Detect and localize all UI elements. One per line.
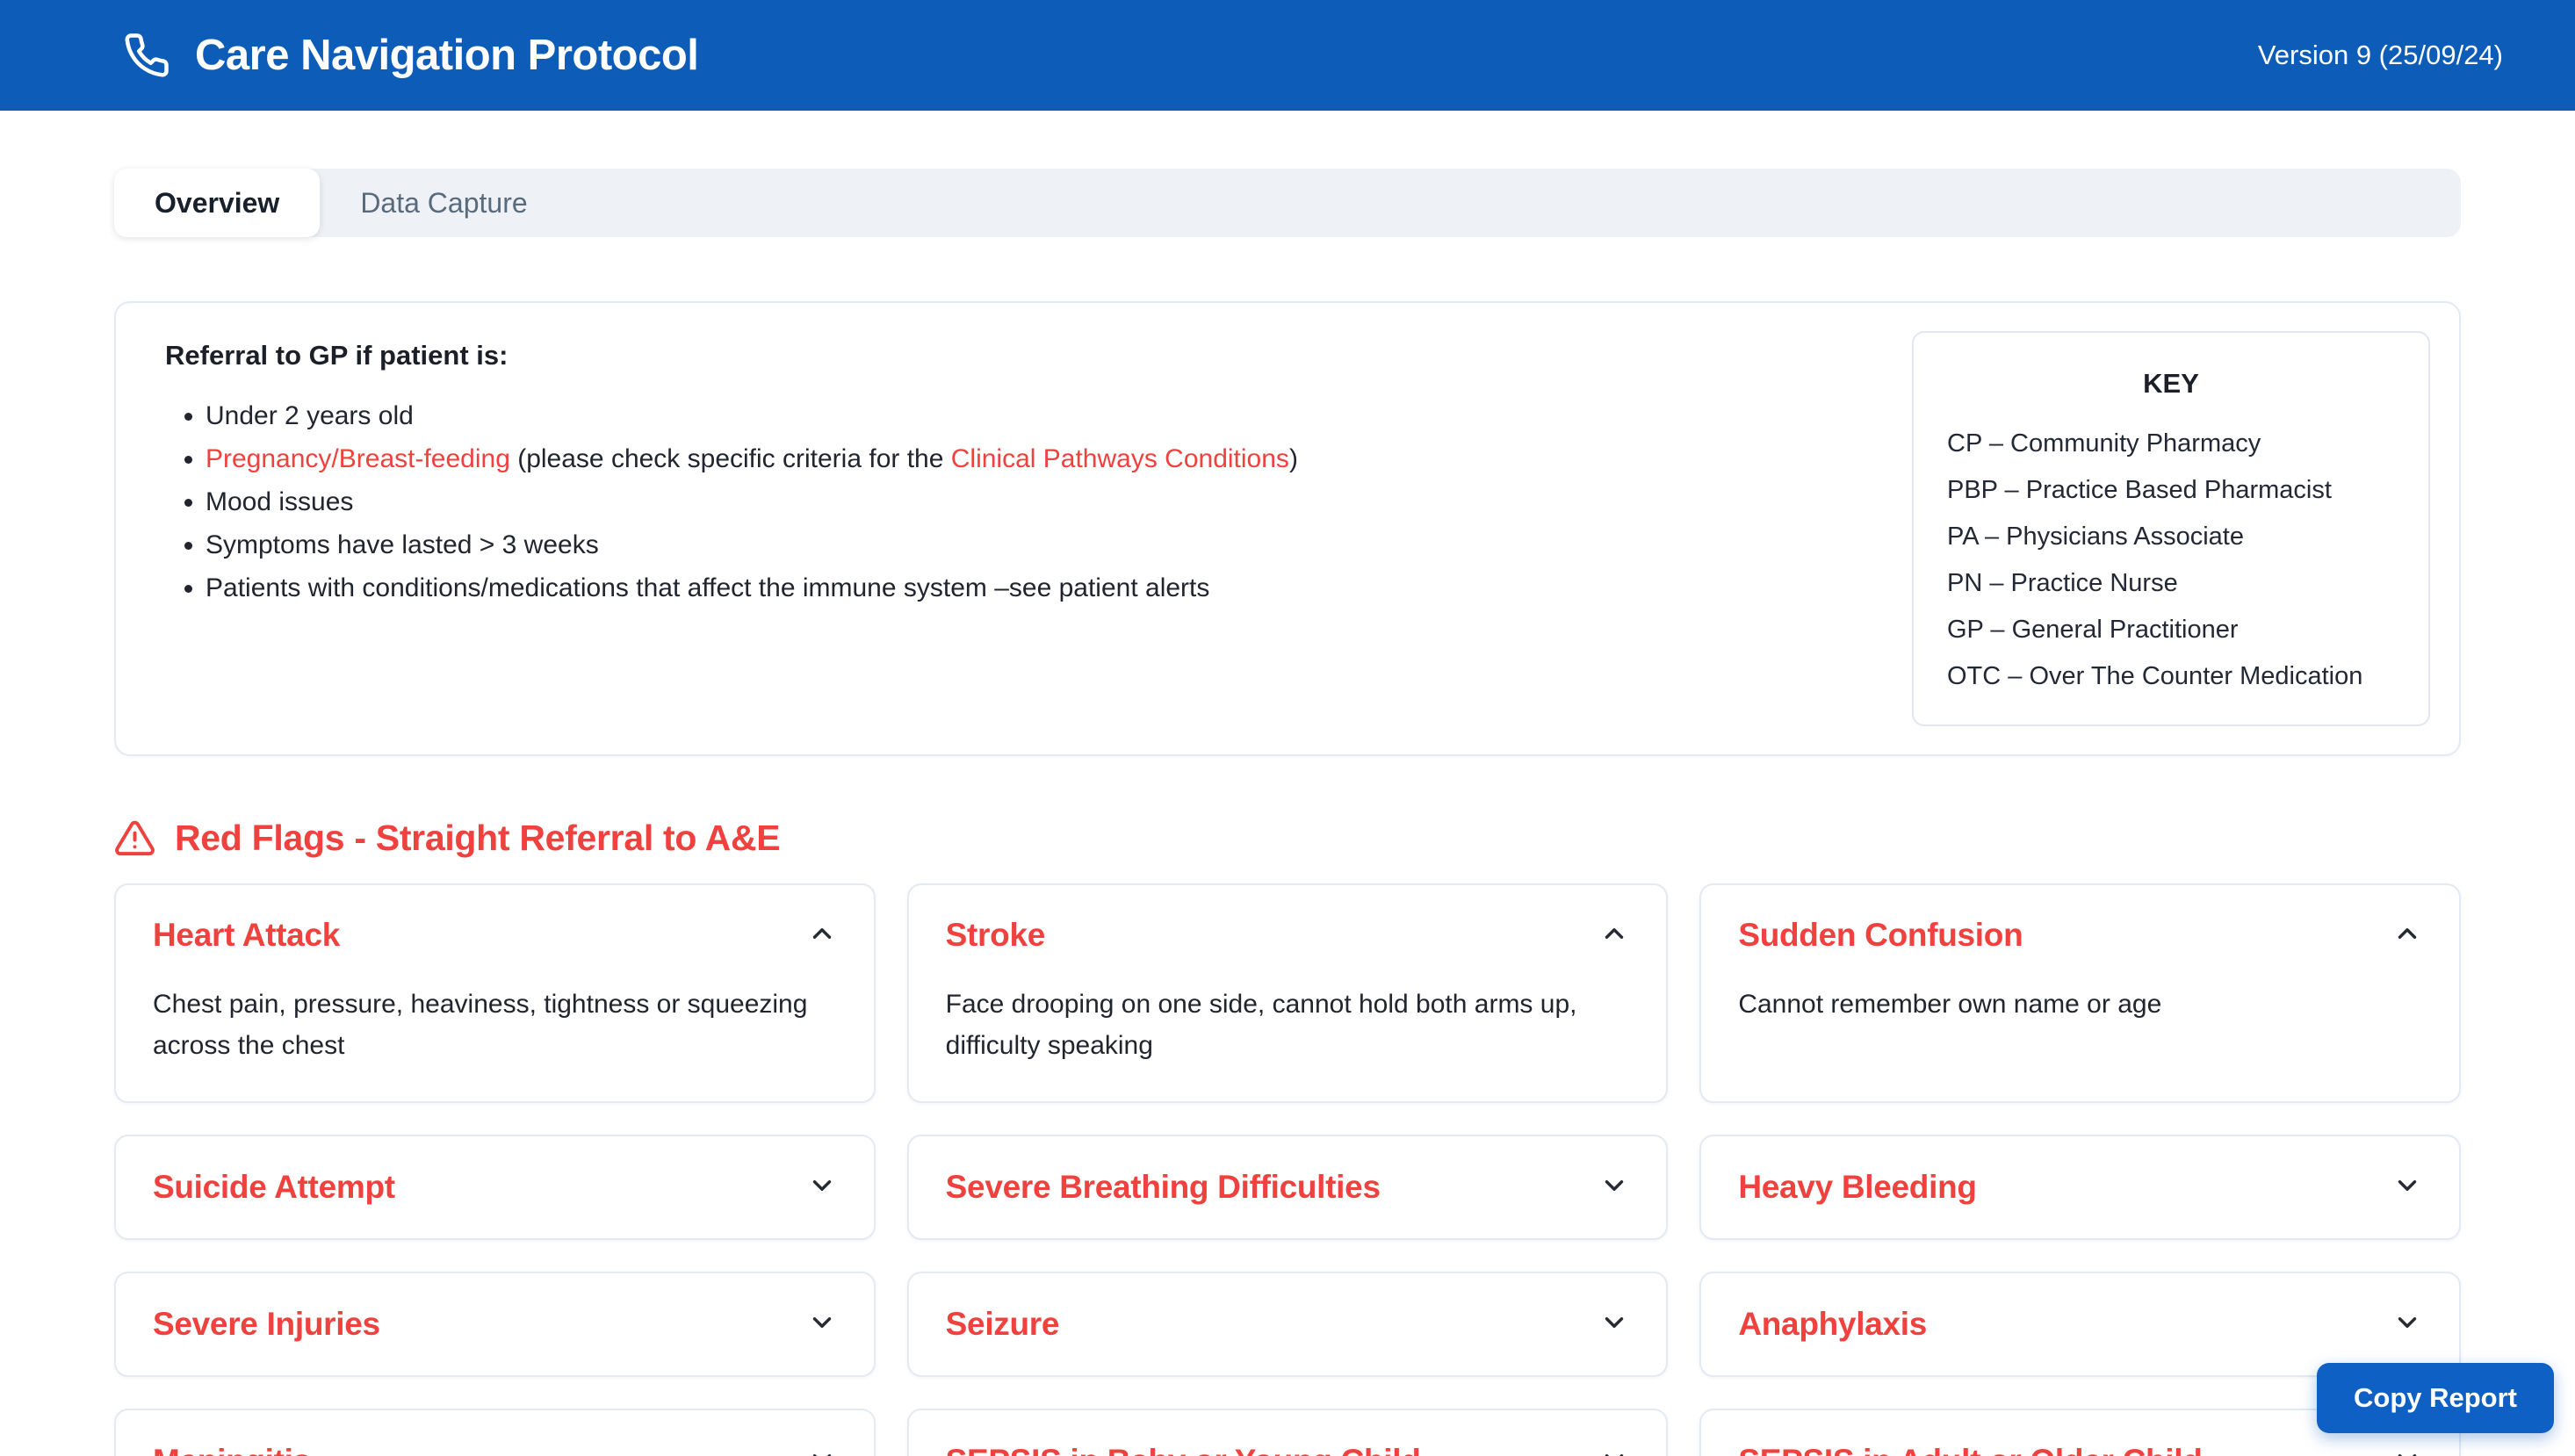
card-seizure[interactable]: Seizure [907,1272,1669,1377]
card-severe-breathing-difficulties[interactable]: Severe Breathing Difficulties [907,1135,1669,1240]
referral-bullet-pregnancy: Pregnancy/Breast-feeding (please check s… [206,437,1816,480]
chevron-down-icon[interactable] [2392,1445,2422,1456]
alert-triangle-icon [114,818,155,859]
key-item-otc: OTC – Over The Counter Medication [1947,653,2395,700]
referral-bullet-mood: Mood issues [206,480,1816,523]
chevron-up-icon[interactable] [2392,919,2422,953]
tab-data-capture[interactable]: Data Capture [320,169,567,237]
referral-bullet-under-2: Under 2 years old [206,394,1816,437]
pregnancy-link[interactable]: Pregnancy/Breast-feeding [206,444,510,473]
card-description: Chest pain, pressure, heaviness, tightne… [153,984,837,1066]
copy-report-button[interactable]: Copy Report [2317,1363,2554,1433]
card-heart-attack-toggle[interactable]: Heart Attack [153,917,837,954]
card-heavy-bleeding[interactable]: Heavy Bleeding [1699,1135,2461,1240]
page-title: Care Navigation Protocol [195,31,698,80]
chevron-down-icon[interactable] [807,1171,837,1205]
clinical-pathways-link[interactable]: Clinical Pathways Conditions [951,444,1289,473]
abbreviation-key-box: KEY CP – Community Pharmacy PBP – Practi… [1912,331,2430,726]
red-flags-grid: Heart Attack Chest pain, pressure, heavi… [114,883,2461,1456]
referral-info-card: Referral to GP if patient is: Under 2 ye… [114,301,2461,756]
card-description: Cannot remember own name or age [1738,984,2422,1025]
key-item-pn: PN – Practice Nurse [1947,560,2395,607]
chevron-down-icon[interactable] [807,1308,837,1342]
key-item-gp: GP – General Practitioner [1947,607,2395,653]
key-item-pa: PA – Physicians Associate [1947,514,2395,560]
card-suicide-attempt[interactable]: Suicide Attempt [114,1135,876,1240]
chevron-down-icon[interactable] [2392,1308,2422,1342]
chevron-up-icon[interactable] [1599,919,1629,953]
card-severe-injuries[interactable]: Severe Injuries [114,1272,876,1377]
chevron-down-icon[interactable] [1599,1445,1629,1456]
key-title: KEY [1947,368,2395,400]
phone-icon [123,32,170,79]
card-anaphylaxis[interactable]: Anaphylaxis [1699,1272,2461,1377]
tab-overview[interactable]: Overview [114,169,320,237]
red-flags-heading-label: Red Flags - Straight Referral to A&E [175,818,780,859]
referral-bullet-symptoms: Symptoms have lasted > 3 weeks [206,523,1816,566]
card-heart-attack: Heart Attack Chest pain, pressure, heavi… [114,883,876,1103]
referral-criteria-list: Under 2 years old Pregnancy/Breast-feedi… [165,394,1816,609]
tab-bar: Overview Data Capture [114,169,2461,237]
referral-bullet-immune: Patients with conditions/medications tha… [206,566,1816,609]
key-item-cp: CP – Community Pharmacy [1947,421,2395,467]
chevron-down-icon[interactable] [807,1445,837,1456]
chevron-down-icon[interactable] [1599,1308,1629,1342]
card-sudden-confusion-toggle[interactable]: Sudden Confusion [1738,917,2422,954]
red-flags-heading: Red Flags - Straight Referral to A&E [114,818,2461,859]
chevron-up-icon[interactable] [807,919,837,953]
card-sepsis-baby-young-child[interactable]: SEPSIS in Baby or Young Child [907,1409,1669,1456]
card-stroke-toggle[interactable]: Stroke [946,917,1630,954]
card-description: Face drooping on one side, cannot hold b… [946,984,1630,1066]
chevron-down-icon[interactable] [2392,1171,2422,1205]
card-meningitis[interactable]: Meningitis [114,1409,876,1456]
card-sudden-confusion: Sudden Confusion Cannot remember own nam… [1699,883,2461,1103]
card-stroke: Stroke Face drooping on one side, cannot… [907,883,1669,1103]
app-header: Care Navigation Protocol Version 9 (25/0… [0,0,2575,111]
key-item-pbp: PBP – Practice Based Pharmacist [1947,467,2395,514]
chevron-down-icon[interactable] [1599,1171,1629,1205]
version-label: Version 9 (25/09/24) [2258,40,2503,71]
